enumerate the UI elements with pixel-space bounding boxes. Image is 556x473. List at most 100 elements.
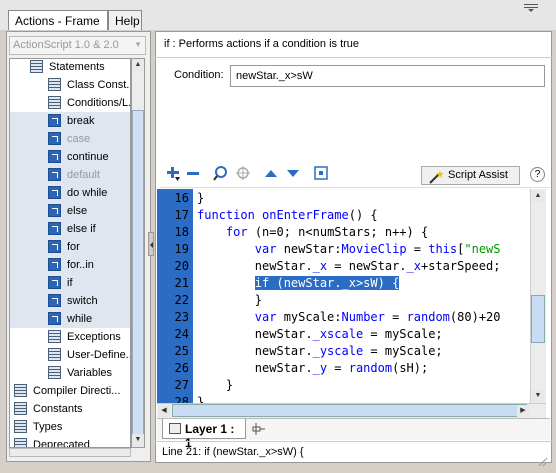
script-assist-button[interactable]: Script Assist <box>421 166 520 185</box>
line-number: 21 <box>174 276 189 290</box>
tree-item[interactable]: Variables <box>10 364 130 382</box>
scroll-down-icon[interactable]: ▼ <box>132 434 144 446</box>
book-icon <box>48 366 61 379</box>
tree-item[interactable]: else <box>10 202 130 220</box>
line-number: 19 <box>174 242 189 256</box>
action-icon <box>48 204 61 217</box>
find-icon[interactable] <box>212 164 230 184</box>
condition-label: Condition: <box>174 69 224 81</box>
tree-horizontal-scrollbar[interactable] <box>9 448 131 457</box>
tree-item-label: Class Const... <box>67 79 131 91</box>
action-icon <box>48 294 61 307</box>
tree-scrollbar-thumb[interactable] <box>132 110 144 440</box>
line-number: 24 <box>174 327 189 341</box>
actions-tree[interactable]: Statements Class Const... Conditions/L... b… <box>9 58 131 448</box>
tree-item[interactable]: Conditions/L... <box>10 94 131 112</box>
delete-statement-icon[interactable] <box>184 164 202 184</box>
tree-item[interactable]: Types <box>10 418 130 436</box>
tree-item[interactable]: User-Define... <box>10 346 131 364</box>
code-line[interactable]: var newStar:MovieClip = this["newS <box>197 242 501 256</box>
tree-item[interactable]: Constants <box>10 400 130 418</box>
code-horizontal-scrollbar-thumb[interactable] <box>172 404 527 417</box>
tree-item[interactable]: Compiler Directi... <box>10 382 130 400</box>
scroll-up-icon[interactable]: ▲ <box>532 190 544 202</box>
code-line[interactable]: for (n=0; n<numStars; n++) { <box>197 225 428 239</box>
code-line[interactable]: newStar._y = random(sH); <box>197 361 428 375</box>
tree-item[interactable]: while <box>10 310 130 328</box>
scroll-left-icon[interactable]: ◀ <box>158 405 170 417</box>
action-icon <box>48 276 61 289</box>
move-down-icon[interactable] <box>284 164 302 184</box>
add-statement-icon[interactable] <box>164 164 182 184</box>
layer-tab[interactable]: Layer 1 : 1 <box>162 419 246 450</box>
tree-item[interactable]: continue <box>10 148 130 166</box>
condition-input[interactable] <box>230 65 545 87</box>
tree-item[interactable]: Deprecated <box>10 436 130 448</box>
book-icon <box>48 348 61 361</box>
action-icon <box>48 186 61 199</box>
tree-item-label: for..in <box>67 259 94 271</box>
book-icon <box>14 438 27 447</box>
tree-item[interactable]: Statements <box>10 59 130 76</box>
tree-item[interactable]: break <box>10 112 130 130</box>
actionscript-version-select[interactable]: ActionScript 1.0 & 2.0 ▼ <box>9 36 146 55</box>
line-number: 20 <box>174 259 189 273</box>
tree-item[interactable]: do while <box>10 184 130 202</box>
tree-item-label: else if <box>67 223 96 235</box>
tree-item-label: User-Define... <box>67 349 131 361</box>
tree-item[interactable]: else if <box>10 220 130 238</box>
code-line[interactable]: } <box>197 293 262 307</box>
code-scrollbar-thumb[interactable] <box>531 295 545 343</box>
action-icon <box>48 114 61 127</box>
panel-options-icon[interactable] <box>524 4 538 14</box>
tree-item-label: for <box>67 241 80 253</box>
book-icon <box>48 78 61 91</box>
tab-help[interactable]: Help <box>108 10 142 30</box>
book-icon <box>30 60 43 73</box>
code-line[interactable]: } <box>197 378 233 392</box>
code-line[interactable]: } <box>197 191 204 205</box>
code-line[interactable]: var myScale:Number = random(80)+20 <box>197 310 501 324</box>
tree-item[interactable]: for..in <box>10 256 130 274</box>
tree-item[interactable]: for <box>10 238 130 256</box>
pin-script-icon[interactable] <box>252 423 266 435</box>
scroll-right-icon[interactable]: ▶ <box>517 405 529 417</box>
resize-grip-icon[interactable] <box>536 455 548 467</box>
tree-item[interactable]: switch <box>10 292 130 310</box>
action-icon <box>48 168 61 181</box>
tree-item[interactable]: case <box>10 130 130 148</box>
panel-collapse-handle[interactable] <box>148 232 154 256</box>
tab-actions-frame[interactable]: Actions - Frame× <box>8 10 108 42</box>
tree-item-label: Conditions/L... <box>67 97 131 109</box>
tree-item[interactable]: Exceptions <box>10 328 130 346</box>
code-line[interactable]: newStar._yscale = myScale; <box>197 344 443 358</box>
book-icon <box>48 96 61 109</box>
tree-item-label: do while <box>67 187 108 199</box>
target-icon[interactable] <box>234 164 252 184</box>
tree-item-label: Deprecated <box>33 439 90 448</box>
tree-item-label: if <box>67 277 73 289</box>
move-up-icon[interactable] <box>262 164 280 184</box>
insert-target-path-icon[interactable] <box>312 164 330 184</box>
tree-item[interactable]: if <box>10 274 130 292</box>
code-line[interactable]: if (newStar._x>sW) { <box>197 276 400 290</box>
divider <box>155 57 552 58</box>
tree-item-label: Variables <box>67 367 113 379</box>
code-line[interactable]: function onEnterFrame() { <box>197 208 378 222</box>
help-icon[interactable]: ? <box>530 167 545 182</box>
tree-item-label: while <box>67 313 93 325</box>
book-icon <box>48 330 61 343</box>
action-icon <box>48 258 61 271</box>
code-line[interactable]: newStar._x = newStar._x+starSpeed; <box>197 259 501 273</box>
tree-item-label: Statements <box>49 61 105 73</box>
action-icon <box>48 240 61 253</box>
tree-item[interactable]: Class Const... <box>10 76 131 94</box>
scroll-down-icon[interactable]: ▼ <box>532 390 544 402</box>
tab-actions-frame-label: Actions - Frame <box>15 14 100 28</box>
action-icon <box>48 312 61 325</box>
tree-item-label: else <box>67 205 88 217</box>
scroll-up-icon[interactable]: ▲ <box>132 59 144 71</box>
code-line[interactable]: newStar._xscale = myScale; <box>197 327 443 341</box>
tree-item[interactable]: default <box>10 166 130 184</box>
tree-item-label: Constants <box>33 403 83 415</box>
